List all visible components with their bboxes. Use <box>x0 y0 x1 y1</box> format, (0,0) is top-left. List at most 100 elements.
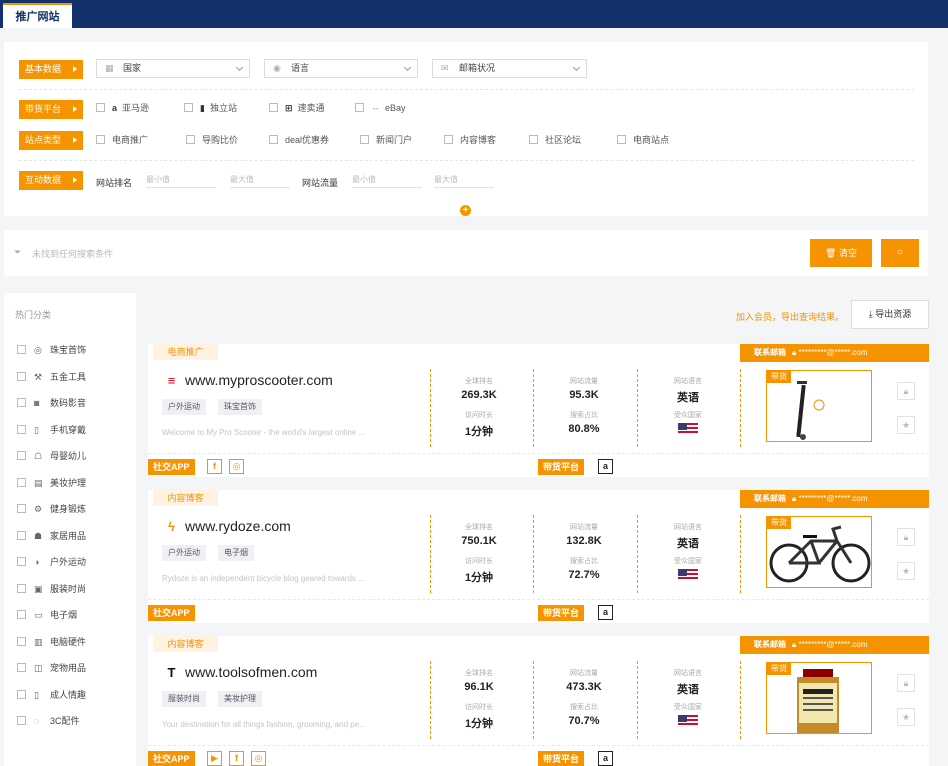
filter-label-interact: 互动数据 <box>19 170 83 190</box>
metric-search-share: 搜索占比 70.7% <box>549 702 619 727</box>
category-label: 家居用品 <box>50 530 87 541</box>
site-type-badge: 内容博客 <box>153 636 218 652</box>
checkbox[interactable] <box>96 135 105 144</box>
metric-label: 网站流量 <box>570 670 598 677</box>
divider <box>740 515 741 593</box>
checkbox[interactable] <box>186 135 195 144</box>
site-type-option[interactable]: 新闻门户 <box>360 134 412 146</box>
platform-option-aliexpress[interactable]: ⊞ 速卖通 <box>269 102 325 114</box>
checkbox[interactable] <box>17 504 26 513</box>
amazon-icon[interactable]: a <box>598 751 613 766</box>
amazon-icon[interactable]: a <box>598 605 613 620</box>
export-resources-button[interactable]: ⤓ 导出资源 <box>851 300 929 329</box>
social-icon[interactable]: ◎ <box>229 459 244 474</box>
metric-label: 搜索占比 <box>570 704 598 711</box>
checkbox[interactable] <box>444 135 453 144</box>
country-dropdown[interactable]: ▦ 国家 <box>96 59 250 78</box>
traffic-min-input[interactable]: 最小值 <box>352 172 422 188</box>
social-icon[interactable]: f <box>207 459 222 474</box>
site-type-option[interactable]: 内容博客 <box>444 134 496 146</box>
checkbox[interactable] <box>269 103 278 112</box>
metric-rank: 全球排名 750.1K <box>444 522 514 547</box>
checkbox[interactable] <box>17 424 26 434</box>
social-icon[interactable]: ◎ <box>251 751 266 766</box>
metric-search-share: 搜索占比 80.8% <box>549 410 619 435</box>
checkbox[interactable] <box>17 530 26 540</box>
star-icon[interactable]: ★ <box>897 562 915 580</box>
site-type-option[interactable]: 电商站点 <box>617 134 669 146</box>
social-icon[interactable]: f <box>229 751 244 766</box>
contact-email-bar[interactable]: 联系邮箱 🔒︎ *********@*****.com <box>740 344 929 362</box>
checkbox[interactable] <box>184 103 193 112</box>
checkbox[interactable] <box>17 610 26 619</box>
expand-filters-button[interactable]: + <box>460 205 471 216</box>
site-type-option[interactable]: deal优惠券 <box>269 134 329 146</box>
social-badge: 社交APP <box>148 605 195 621</box>
category-label: 手机穿戴 <box>50 424 87 435</box>
traffic-max-input[interactable]: 最大值 <box>434 172 494 188</box>
site-url-link[interactable]: www.rydoze.com <box>185 518 291 534</box>
product-thumbnail[interactable]: 带货 <box>766 370 872 442</box>
checkbox[interactable] <box>17 477 26 487</box>
platform-option-ebay[interactable]: ⇔ eBay <box>355 102 406 114</box>
checkbox[interactable] <box>17 345 26 354</box>
metric-value: 英语 <box>677 684 699 696</box>
checkbox[interactable] <box>96 103 105 112</box>
rank-min-input[interactable]: 最小值 <box>146 172 216 188</box>
checkbox[interactable] <box>17 716 26 725</box>
tab-promo-sites[interactable]: 推广网站 <box>3 3 72 28</box>
contact-email-bar[interactable]: 联系邮箱 🔒︎ *********@*****.com <box>740 636 929 654</box>
metric-label: 访问时长 <box>465 558 493 565</box>
metric-value: 96.1K <box>464 681 494 693</box>
lock-icon[interactable]: 🔒︎ <box>897 528 915 546</box>
product-thumbnail[interactable]: 带货 <box>766 516 872 588</box>
checkbox[interactable] <box>17 663 26 672</box>
checkbox[interactable] <box>17 398 26 407</box>
metric-value: 1分钟 <box>464 718 494 730</box>
metric-traffic: 网站流量 473.3K <box>549 668 619 693</box>
amazon-icon[interactable]: a <box>598 459 613 474</box>
platform-option-independent[interactable]: ▮ 独立站 <box>184 102 237 114</box>
site-type-option[interactable]: 电商推广 <box>96 134 148 146</box>
star-icon[interactable]: ★ <box>897 708 915 726</box>
star-icon[interactable]: ★ <box>897 416 915 434</box>
email-status-dropdown[interactable]: ✉ 邮箱状况 <box>432 59 587 78</box>
metric-value: 132.8K <box>566 535 602 547</box>
site-url-link[interactable]: www.toolsofmen.com <box>185 664 317 680</box>
social-icon[interactable]: ▶ <box>207 751 222 766</box>
email-label: 联系邮箱 <box>754 348 786 357</box>
lock-icon[interactable]: 🔒︎ <box>897 674 915 692</box>
checkbox[interactable] <box>355 103 364 112</box>
rank-max-input[interactable]: 最大值 <box>230 172 290 188</box>
search-button[interactable]: ○ <box>881 239 919 267</box>
platform-option-amazon[interactable]: a 亚马逊 <box>96 102 149 114</box>
contact-email-bar[interactable]: 联系邮箱 🔒︎ *********@*****.com <box>740 490 929 508</box>
checkbox[interactable] <box>269 135 278 144</box>
site-type-option[interactable]: 社区论坛 <box>529 134 581 146</box>
category-icon: ▥ <box>34 636 43 647</box>
building-icon: ▦ <box>105 63 114 73</box>
lock-icon[interactable]: 🔒︎ <box>897 382 915 400</box>
site-type-option[interactable]: 导购比价 <box>186 134 238 146</box>
checkbox[interactable] <box>17 451 26 460</box>
checkbox[interactable] <box>360 135 369 144</box>
product-badge: 带货 <box>767 517 791 529</box>
checkbox[interactable] <box>17 636 26 646</box>
category-label: 数码影音 <box>50 398 87 408</box>
checkbox[interactable] <box>617 135 626 144</box>
language-dropdown[interactable]: ◉ 语言 <box>264 59 418 78</box>
checkbox[interactable] <box>529 135 538 144</box>
checkbox[interactable] <box>17 557 26 566</box>
site-url-link[interactable]: www.myproscooter.com <box>185 372 333 388</box>
clear-button[interactable]: 🗑︎ 清空 <box>810 239 872 267</box>
masked-email: *********@*****.com <box>798 640 868 649</box>
search-icon: ○ <box>896 247 904 258</box>
checkbox[interactable] <box>17 583 26 593</box>
metric-region: 受众国家 <box>653 410 723 438</box>
checkbox[interactable] <box>17 371 26 381</box>
checkbox[interactable] <box>17 689 26 699</box>
product-thumbnail[interactable]: 带货 <box>766 662 872 734</box>
metric-rank: 全球排名 96.1K <box>444 668 514 693</box>
export-note[interactable]: 加入会员，导出查询结果。 <box>736 310 844 323</box>
trash-icon: 🗑︎ <box>825 248 839 258</box>
